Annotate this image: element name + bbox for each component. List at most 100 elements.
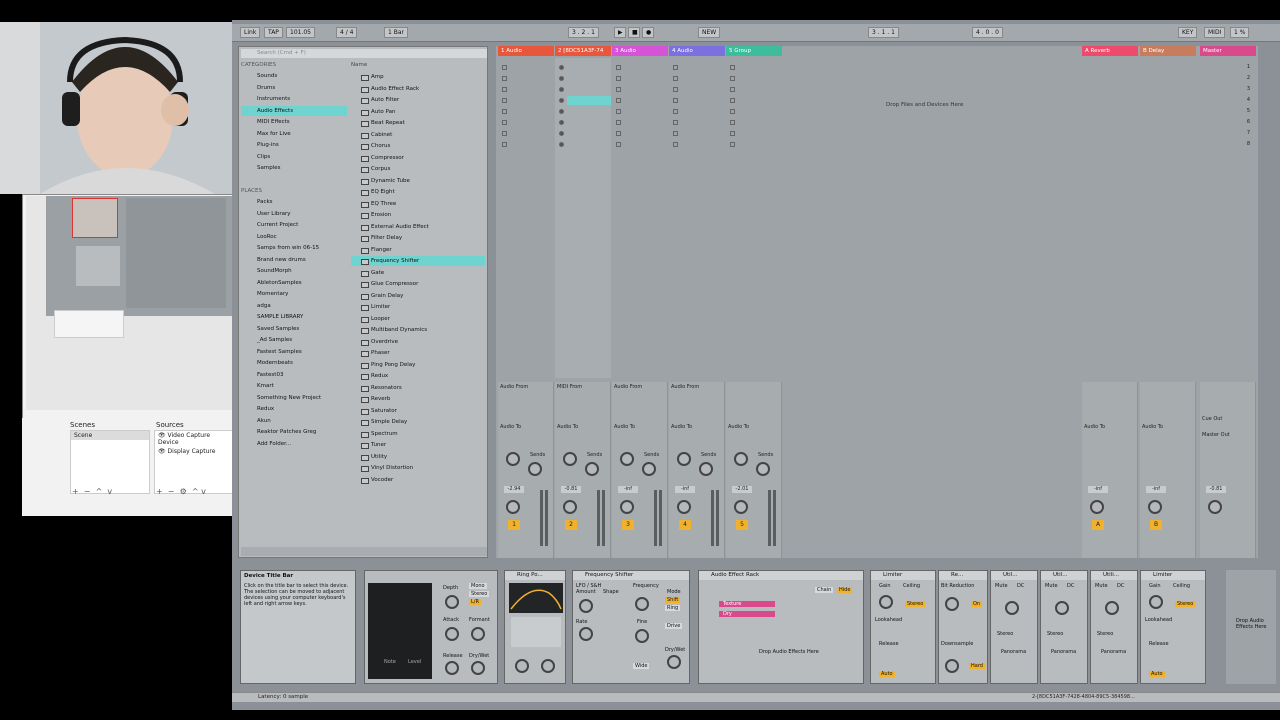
place-item[interactable]: Current Project bbox=[241, 220, 347, 230]
volume-value[interactable]: -inf bbox=[675, 486, 695, 493]
rack-chain-texture[interactable]: Texture bbox=[719, 601, 775, 607]
util2-title[interactable]: Util... bbox=[1041, 571, 1087, 580]
browser-item[interactable]: Overdrive bbox=[351, 337, 485, 347]
return-track-header[interactable]: A Reverb bbox=[1082, 46, 1138, 56]
clip-slot[interactable] bbox=[559, 87, 564, 92]
source-item[interactable]: 👁 Video Capture Device bbox=[155, 431, 233, 447]
browser-item[interactable]: Beat Repeat bbox=[351, 118, 485, 128]
send-b-knob[interactable] bbox=[642, 462, 656, 476]
clip-slot[interactable] bbox=[616, 131, 621, 136]
limiter2-title[interactable]: Limiter bbox=[1141, 571, 1205, 580]
category-item[interactable]: Sounds bbox=[241, 71, 347, 81]
ring-title[interactable]: Ring Po... bbox=[505, 571, 565, 580]
freq-fine-knob[interactable] bbox=[635, 629, 649, 643]
browser-item[interactable]: EQ Three bbox=[351, 199, 485, 209]
scene-launch-button[interactable]: 2 bbox=[1206, 75, 1250, 81]
clip-slot[interactable] bbox=[730, 87, 735, 92]
clip-slot[interactable] bbox=[502, 76, 507, 81]
browser-item[interactable]: Auto Pan bbox=[351, 107, 485, 117]
device-delay[interactable]: Note Level Depth Mono Stereo L/R Attack … bbox=[364, 570, 498, 684]
track-header[interactable]: 1 Audio bbox=[498, 46, 554, 56]
place-item[interactable]: SAMPLE LIBRARY bbox=[241, 312, 347, 322]
browser-item[interactable]: Filter Delay bbox=[351, 233, 485, 243]
loop-length-field[interactable]: 4 . 0 . 0 bbox=[972, 27, 1003, 38]
place-item[interactable]: Something New Project bbox=[241, 393, 347, 403]
browser-item[interactable]: Saturator bbox=[351, 406, 485, 416]
clip-slot[interactable] bbox=[616, 98, 621, 103]
clip-slot[interactable] bbox=[502, 109, 507, 114]
place-item[interactable]: Saved Samples bbox=[241, 324, 347, 334]
send-a-knob[interactable] bbox=[620, 452, 634, 466]
browser-item[interactable]: Compressor bbox=[351, 153, 485, 163]
track-activator[interactable]: 2 bbox=[565, 520, 577, 530]
category-item[interactable]: MIDI Effects bbox=[241, 117, 347, 127]
place-item[interactable]: Add Folder... bbox=[241, 439, 347, 449]
track-header[interactable]: 3 Audio bbox=[612, 46, 668, 56]
browser-item[interactable]: Corpus bbox=[351, 164, 485, 174]
browser-item[interactable]: Looper bbox=[351, 314, 485, 324]
scene-launch-button[interactable]: 4 bbox=[1206, 97, 1250, 103]
scene-item[interactable]: Scene bbox=[71, 431, 149, 440]
redux-title[interactable]: Re... bbox=[939, 571, 987, 580]
up-icon[interactable]: ^ bbox=[96, 487, 103, 496]
key-map-button[interactable]: KEY bbox=[1178, 27, 1198, 38]
browser-item[interactable]: Amp bbox=[351, 72, 485, 82]
place-item[interactable]: _Ad Samples bbox=[241, 335, 347, 345]
gear-icon[interactable]: ⚙ bbox=[180, 487, 187, 496]
clip-slot[interactable] bbox=[559, 131, 564, 136]
clip-slot[interactable] bbox=[730, 98, 735, 103]
util3-mute[interactable]: Mute bbox=[1095, 583, 1108, 589]
browser-item[interactable]: Utility bbox=[351, 452, 485, 462]
browser-item[interactable]: Ping Pong Delay bbox=[351, 360, 485, 370]
redux-hard-button[interactable]: Hard bbox=[969, 663, 985, 669]
return-track-header[interactable]: B Delay bbox=[1140, 46, 1196, 56]
meter-field[interactable]: 4 / 4 bbox=[336, 27, 358, 38]
rack-chain-dry[interactable]: Dry bbox=[719, 611, 775, 617]
browser-item[interactable]: Phaser bbox=[351, 348, 485, 358]
send-b-knob[interactable] bbox=[528, 462, 542, 476]
return-activator[interactable]: B bbox=[1150, 520, 1162, 530]
scene-launch-button[interactable]: 8 bbox=[1206, 141, 1250, 147]
clip-slot[interactable] bbox=[730, 76, 735, 81]
play-button[interactable]: ▶ bbox=[614, 27, 626, 38]
limiter1-auto-button[interactable]: Auto bbox=[879, 671, 895, 677]
delay-lr-button[interactable]: L/R bbox=[469, 599, 481, 605]
device-redux[interactable]: Re... Bit Reduction On Downsample Hard bbox=[938, 570, 988, 684]
browser-item[interactable]: Grain Delay bbox=[351, 291, 485, 301]
clip-slot[interactable] bbox=[730, 109, 735, 114]
limiter2-gain-knob[interactable] bbox=[1149, 595, 1163, 609]
browser-item[interactable]: Vinyl Distortion bbox=[351, 463, 485, 473]
clip-slot[interactable] bbox=[616, 87, 621, 92]
browser-item[interactable]: Simple Delay bbox=[351, 417, 485, 427]
place-item[interactable]: AbletonSamples bbox=[241, 278, 347, 288]
volume-value[interactable]: -inf bbox=[1088, 486, 1108, 493]
master-pan-knob[interactable] bbox=[1208, 500, 1222, 514]
browser-item[interactable]: Dynamic Tube bbox=[351, 176, 485, 186]
send-b-knob[interactable] bbox=[699, 462, 713, 476]
browser-item[interactable]: Limiter bbox=[351, 302, 485, 312]
redux-on-button[interactable]: On bbox=[971, 601, 983, 607]
place-item[interactable]: SoundMorph bbox=[241, 266, 347, 276]
clip-slot[interactable] bbox=[559, 109, 564, 114]
place-item[interactable]: adga bbox=[241, 301, 347, 311]
record-button[interactable]: ● bbox=[642, 27, 654, 38]
browser-item[interactable]: External Audio Effect bbox=[351, 222, 485, 232]
device-ring-pot[interactable]: Ring Po... bbox=[504, 570, 566, 684]
clip-slot[interactable] bbox=[673, 65, 678, 70]
browser-item[interactable]: Erosion bbox=[351, 210, 485, 220]
clip-slot[interactable] bbox=[616, 142, 621, 147]
clip-slot[interactable] bbox=[502, 98, 507, 103]
category-item[interactable]: Plug-ins bbox=[241, 140, 347, 150]
send-b-knob[interactable] bbox=[585, 462, 599, 476]
clip-slot[interactable] bbox=[559, 142, 564, 147]
clip-slot[interactable] bbox=[673, 142, 678, 147]
clip-slot[interactable] bbox=[559, 120, 564, 125]
browser-item[interactable]: Gate bbox=[351, 268, 485, 278]
device-utility-3[interactable]: Utili... Mute DC Stereo Panorama bbox=[1090, 570, 1138, 684]
clip-slot[interactable] bbox=[502, 131, 507, 136]
volume-value[interactable]: -2.01 bbox=[732, 486, 752, 493]
place-item[interactable]: LooRoc bbox=[241, 232, 347, 242]
browser-preview-bar[interactable] bbox=[241, 547, 487, 556]
return-activator[interactable]: A bbox=[1092, 520, 1104, 530]
volume-value[interactable]: -inf bbox=[1146, 486, 1166, 493]
